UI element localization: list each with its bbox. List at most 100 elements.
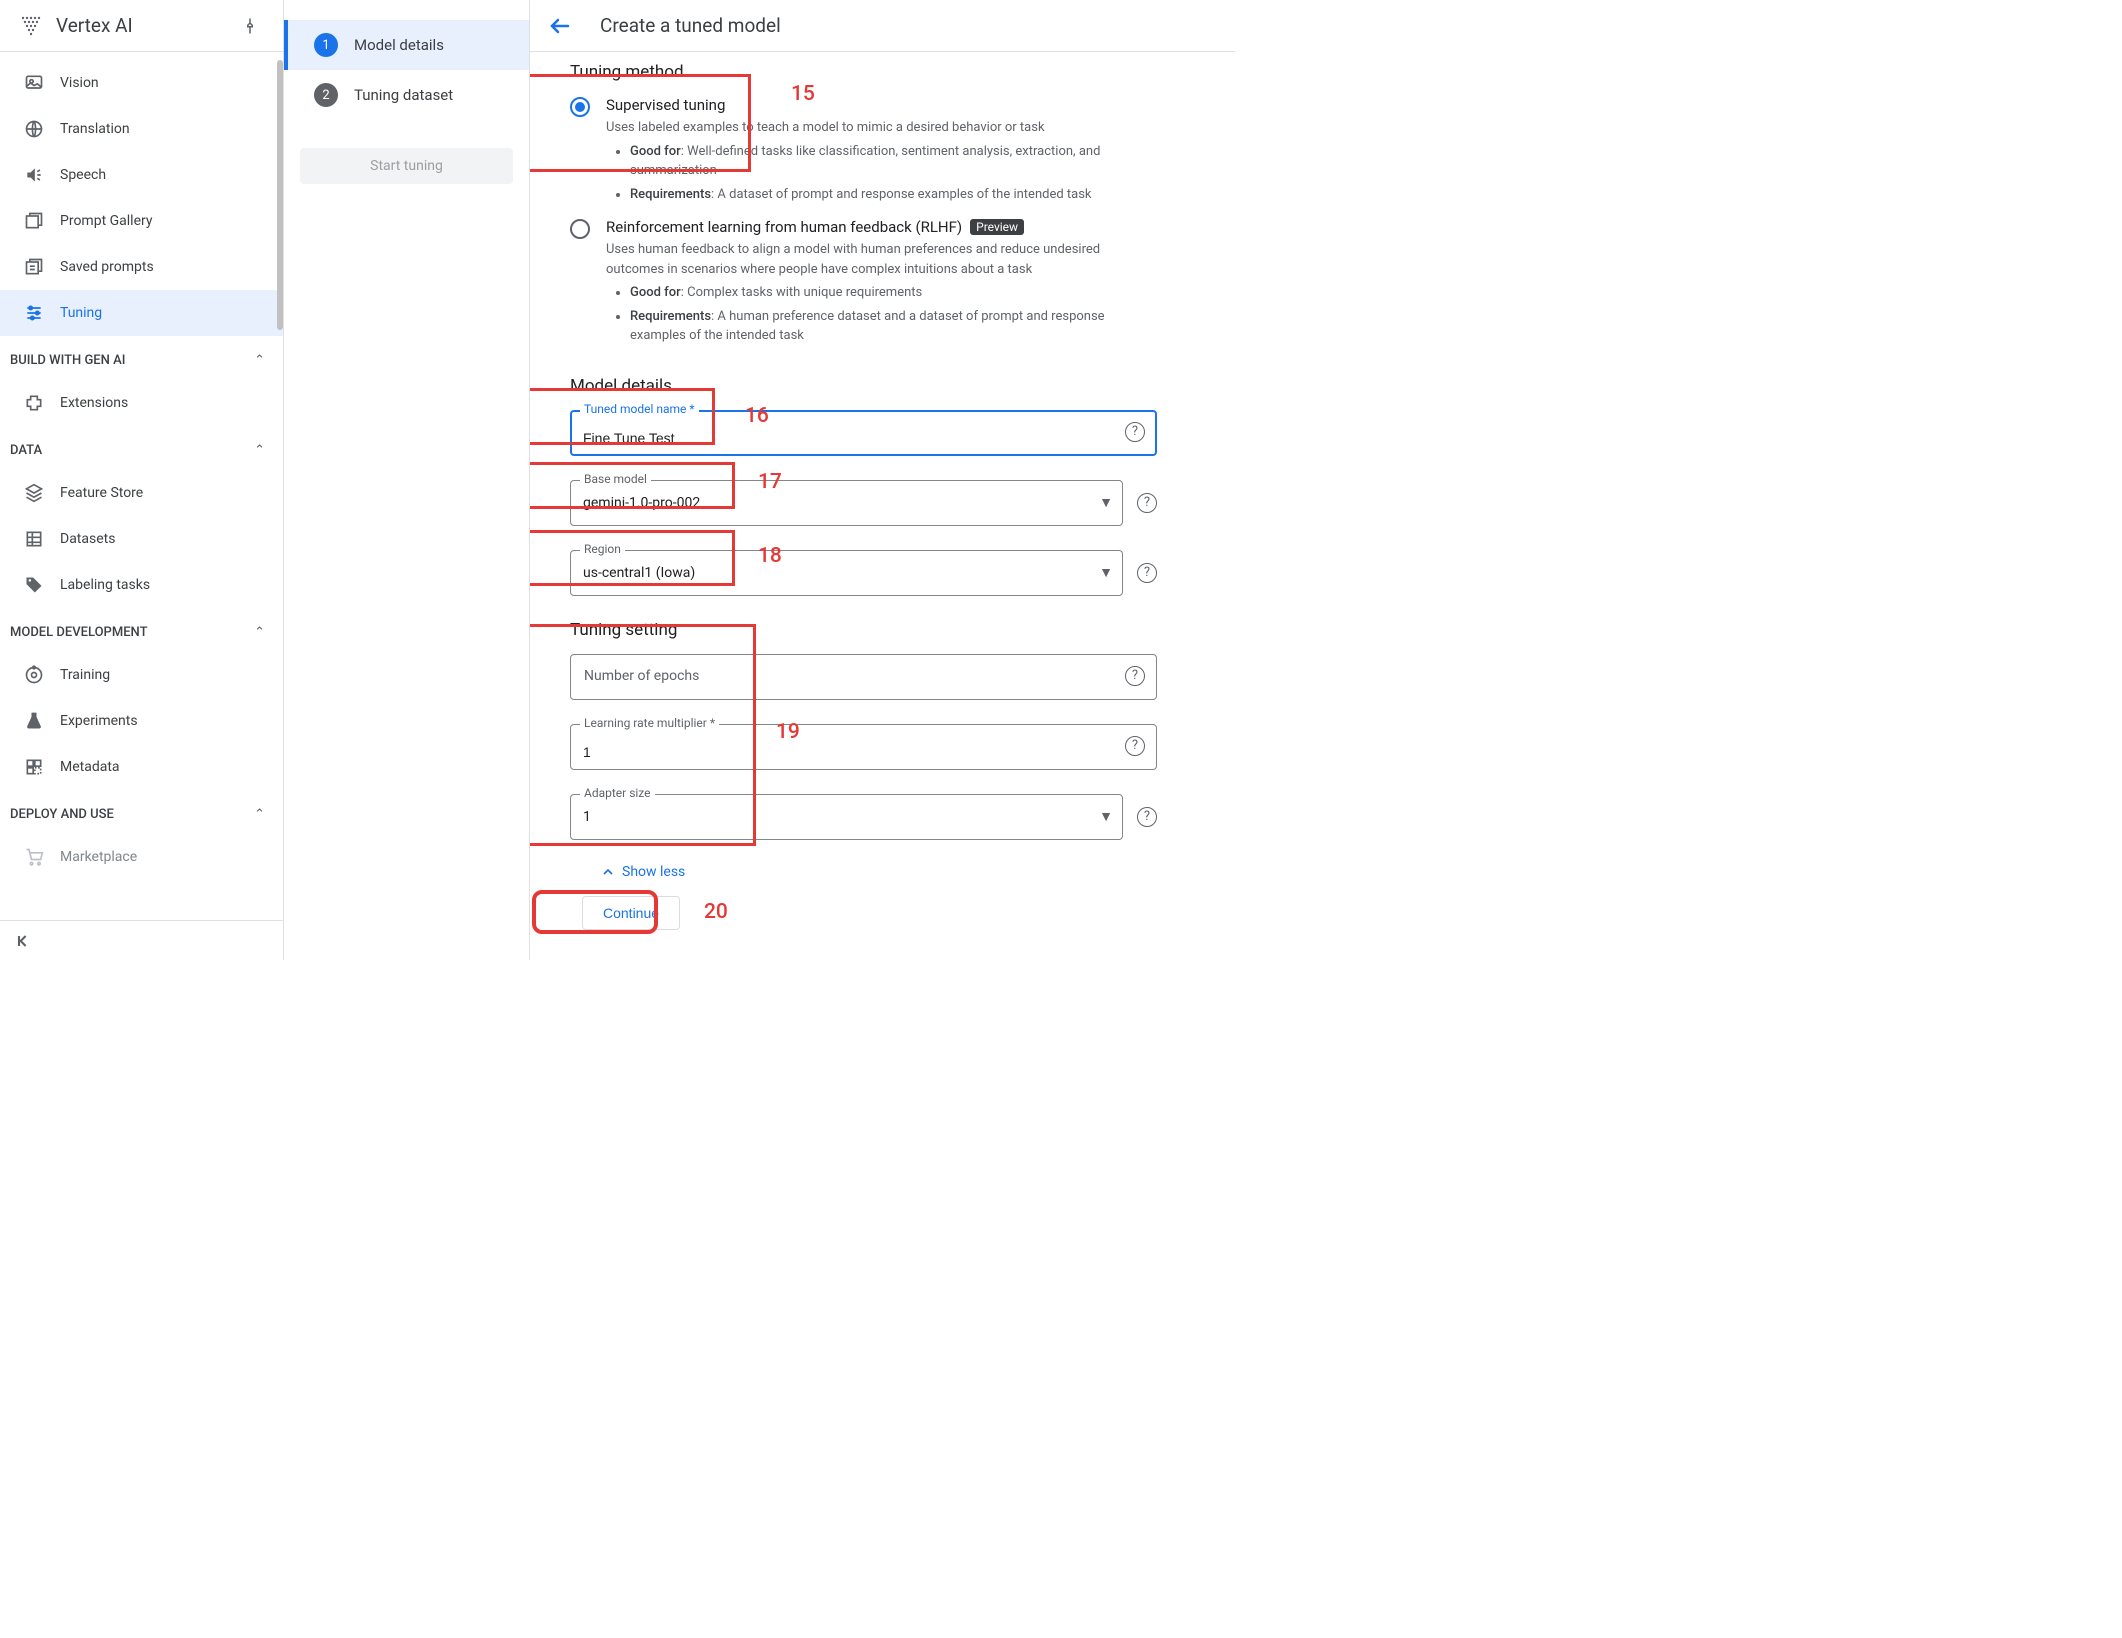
sidebar-item-experiments[interactable]: Experiments: [0, 698, 283, 744]
sidebar-collapse[interactable]: [0, 920, 283, 960]
sidebar-item-saved-prompts[interactable]: Saved prompts: [0, 244, 283, 290]
sidebar-item-feature-store[interactable]: Feature Store: [0, 470, 283, 516]
sidebar-item-label: Metadata: [60, 759, 120, 775]
help-icon[interactable]: ?: [1137, 807, 1157, 827]
page-title: Create a tuned model: [600, 14, 781, 37]
sidebar-item-label: Translation: [60, 121, 130, 137]
sidebar-item-label: Training: [60, 667, 110, 683]
section-label: DEPLOY AND USE: [10, 807, 114, 822]
extensions-icon: [22, 393, 46, 413]
radio-icon[interactable]: [570, 97, 590, 117]
radio-description: Uses human feedback to align a model wit…: [606, 240, 1157, 346]
tuned-model-name-input[interactable]: [570, 410, 1157, 456]
help-icon[interactable]: ?: [1137, 493, 1157, 513]
sidebar-item-training[interactable]: Training: [0, 652, 283, 698]
experiments-icon: [22, 711, 46, 731]
chevron-up-icon: ⌃: [254, 443, 265, 458]
tuning-method-heading: Tuning method: [570, 62, 1157, 82]
field-label: Tuned model name *: [580, 402, 699, 416]
feature-store-icon: [22, 483, 46, 503]
base-model-select[interactable]: Base model gemini-1.0-pro-002 ▼: [570, 480, 1123, 526]
field-label: Base model: [580, 472, 651, 486]
adapter-size-select[interactable]: Adapter size 1 ▼: [570, 794, 1123, 840]
tuning-method-supervised[interactable]: Supervised tuning Uses labeled examples …: [570, 96, 1157, 208]
step-number-icon: 1: [314, 33, 338, 57]
preview-badge: Preview: [970, 219, 1024, 235]
sidebar-item-label: Tuning: [60, 305, 102, 321]
learning-rate-input[interactable]: [570, 724, 1157, 770]
show-less-toggle[interactable]: Show less: [600, 864, 1157, 880]
section-label: MODEL DEVELOPMENT: [10, 625, 148, 640]
chevron-up-icon: [600, 864, 616, 880]
step-tuning-dataset[interactable]: 2 Tuning dataset: [284, 70, 529, 120]
marketplace-icon: [22, 847, 46, 867]
metadata-icon: [22, 757, 46, 777]
step-number-icon: 2: [314, 83, 338, 107]
button-label: Continue: [603, 905, 659, 921]
continue-button[interactable]: Continue: [582, 896, 680, 930]
section-label: DATA: [10, 443, 42, 458]
learning-rate-field[interactable]: Learning rate multiplier * ?: [570, 724, 1157, 770]
vision-icon: [22, 73, 46, 93]
sidebar-item-labeling[interactable]: Labeling tasks: [0, 562, 283, 608]
sidebar: Vertex AI Vision Translation Speech Prom…: [0, 0, 284, 960]
annotation-label: 20: [704, 900, 728, 924]
region-select[interactable]: Region us-central1 (Iowa) ▼: [570, 550, 1123, 596]
main-area: Create a tuned model Tuning method Super…: [530, 0, 1235, 960]
sidebar-section-deploy[interactable]: DEPLOY AND USE ⌃: [0, 794, 283, 834]
field-label: Learning rate multiplier *: [580, 716, 719, 730]
sidebar-item-datasets[interactable]: Datasets: [0, 516, 283, 562]
field-label: Region: [580, 542, 625, 556]
sidebar-item-prompt-gallery[interactable]: Prompt Gallery: [0, 198, 283, 244]
scrollbar[interactable]: [277, 60, 283, 330]
sidebar-item-label: Marketplace: [60, 849, 137, 865]
sidebar-item-label: Vision: [60, 75, 99, 91]
select-value: gemini-1.0-pro-002: [570, 480, 1123, 526]
sidebar-item-extensions[interactable]: Extensions: [0, 380, 283, 426]
sidebar-item-marketplace[interactable]: Marketplace: [0, 834, 283, 880]
sidebar-section-genai[interactable]: BUILD WITH GEN AI ⌃: [0, 340, 283, 380]
sidebar-item-label: Experiments: [60, 713, 138, 729]
back-arrow-icon[interactable]: [548, 14, 572, 38]
model-details-heading: Model details: [570, 376, 1157, 396]
sidebar-section-data[interactable]: DATA ⌃: [0, 430, 283, 470]
radio-description: Uses labeled examples to teach a model t…: [606, 118, 1157, 204]
pin-icon[interactable]: [241, 17, 265, 35]
chevron-up-icon: ⌃: [254, 625, 265, 640]
sidebar-item-label: Extensions: [60, 395, 128, 411]
chevron-up-icon: ⌃: [254, 353, 265, 368]
main-header: Create a tuned model: [530, 0, 1235, 52]
sidebar-item-translation[interactable]: Translation: [0, 106, 283, 152]
sidebar-header: Vertex AI: [0, 0, 283, 52]
show-less-label: Show less: [622, 864, 685, 880]
labeling-icon: [22, 575, 46, 595]
tuning-setting-heading: Tuning setting: [570, 620, 1157, 640]
help-icon[interactable]: ?: [1125, 422, 1145, 442]
radio-icon[interactable]: [570, 219, 590, 239]
sidebar-item-tuning[interactable]: Tuning: [0, 290, 283, 336]
select-value: us-central1 (Iowa): [570, 550, 1123, 596]
vertex-ai-logo-icon: [18, 13, 44, 39]
help-icon[interactable]: ?: [1125, 736, 1145, 756]
sidebar-section-modeldev[interactable]: MODEL DEVELOPMENT ⌃: [0, 612, 283, 652]
epochs-field[interactable]: Number of epochs ?: [570, 654, 1157, 700]
start-tuning-button: Start tuning: [300, 148, 513, 184]
step-label: Model details: [354, 36, 444, 54]
select-value: 1: [570, 794, 1123, 840]
sidebar-item-vision[interactable]: Vision: [0, 60, 283, 106]
sidebar-item-label: Speech: [60, 167, 106, 183]
sidebar-item-speech[interactable]: Speech: [0, 152, 283, 198]
help-icon[interactable]: ?: [1137, 563, 1157, 583]
product-title: Vertex AI: [56, 14, 241, 37]
tuned-model-name-field[interactable]: Tuned model name * ?: [570, 410, 1157, 456]
section-label: BUILD WITH GEN AI: [10, 353, 125, 368]
stepper-column: 1 Model details 2 Tuning dataset Start t…: [284, 0, 530, 960]
sidebar-item-metadata[interactable]: Metadata: [0, 744, 283, 790]
help-icon[interactable]: ?: [1125, 666, 1145, 686]
tuning-method-rlhf[interactable]: Reinforcement learning from human feedba…: [570, 218, 1157, 350]
step-model-details[interactable]: 1 Model details: [284, 20, 529, 70]
gallery-icon: [22, 211, 46, 231]
sidebar-item-label: Labeling tasks: [60, 577, 150, 593]
tuning-icon: [22, 303, 46, 323]
training-icon: [22, 665, 46, 685]
